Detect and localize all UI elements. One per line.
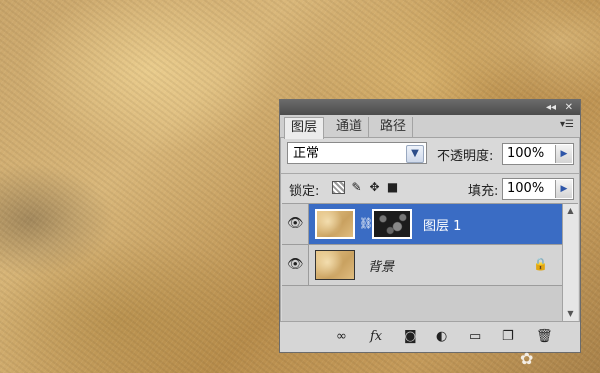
fill-slider-arrow-icon[interactable]: ▶ — [555, 180, 572, 198]
eye-icon[interactable]: 👁 — [287, 216, 304, 231]
watermark-logo: ✿ — [520, 349, 534, 368]
folder-icon[interactable]: ▭ — [469, 330, 481, 344]
add-mask-icon[interactable]: ◙ — [404, 330, 417, 344]
lock-image-brush-icon[interactable]: ✎ — [350, 181, 363, 194]
fill-field[interactable]: 100% ▶ — [502, 178, 574, 200]
scroll-down-icon[interactable]: ▼ — [563, 307, 578, 321]
lock-fill-row: 锁定: ✎ ✥ ■ 填充: 100% ▶ — [280, 173, 580, 202]
lock-transparency-icon[interactable] — [332, 181, 345, 194]
layer-thumbnail — [315, 209, 355, 239]
fill-value: 100% — [507, 181, 545, 196]
layer-mask-thumbnail[interactable] — [372, 209, 412, 239]
blend-mode-value: 正常 — [293, 146, 320, 161]
blend-mode-select[interactable]: 正常 ▼ — [287, 142, 427, 164]
new-layer-icon[interactable]: ❐ — [502, 330, 514, 344]
opacity-field[interactable]: 100% ▶ — [502, 143, 574, 165]
fill-label: 填充: — [468, 184, 499, 199]
blend-opacity-row: 正常 ▼ 不透明度: 100% ▶ — [280, 141, 580, 169]
close-icon[interactable]: ✕ — [565, 101, 573, 114]
lock-icon: 🔒 — [533, 257, 548, 271]
layer-row-layer-1[interactable]: 👁 ⛓ 图层 1 — [282, 204, 562, 245]
link-layers-icon[interactable]: ∞ — [336, 330, 347, 344]
visibility-toggle[interactable]: 👁 — [282, 245, 309, 285]
layer-thumbnail — [315, 250, 355, 280]
eye-icon[interactable]: 👁 — [287, 257, 304, 272]
opacity-slider-arrow-icon[interactable]: ▶ — [555, 145, 572, 163]
layer-row-background[interactable]: 👁 背景 🔒 — [282, 245, 562, 286]
layers-panel: ◂◂ ✕ 图层 通道 路径 ▾☰ 正常 ▼ 不透明度: 100% ▶ 锁定: ✎… — [279, 99, 581, 353]
panel-bottom-toolbar: ∞ fx ◙ ◐ ▭ ❐ 🗑 — [280, 321, 580, 352]
trash-icon[interactable]: 🗑 — [536, 330, 553, 344]
layers-list: 👁 ⛓ 图层 1 👁 背景 🔒 ▲ ▼ — [282, 203, 578, 321]
fx-icon[interactable]: fx — [370, 330, 382, 344]
scroll-up-icon[interactable]: ▲ — [563, 204, 578, 218]
panel-tabs: 图层 通道 路径 ▾☰ — [280, 115, 580, 139]
opacity-value: 100% — [507, 146, 545, 161]
lock-all-icon[interactable]: ■ — [386, 181, 399, 194]
tab-paths[interactable]: 路径 — [374, 117, 414, 137]
mask-link-icon[interactable]: ⛓ — [359, 217, 373, 230]
tab-channels[interactable]: 通道 — [330, 117, 370, 137]
lock-label: 锁定: — [289, 184, 320, 199]
layer-name[interactable]: 图层 1 — [423, 215, 461, 234]
lock-position-move-icon[interactable]: ✥ — [368, 181, 381, 194]
panel-titlebar[interactable]: ◂◂ ✕ — [280, 100, 580, 115]
chevron-down-icon[interactable]: ▼ — [406, 145, 424, 163]
tab-layers[interactable]: 图层 — [284, 117, 325, 139]
visibility-toggle[interactable]: 👁 — [282, 204, 309, 244]
layer-name[interactable]: 背景 — [368, 256, 394, 275]
adjustment-layer-icon[interactable]: ◐ — [436, 330, 447, 344]
panel-menu-icon[interactable]: ▾☰ — [560, 119, 574, 130]
opacity-label: 不透明度: — [437, 149, 494, 164]
collapse-icon[interactable]: ◂◂ — [546, 101, 556, 114]
layers-scrollbar[interactable]: ▲ ▼ — [562, 204, 578, 321]
